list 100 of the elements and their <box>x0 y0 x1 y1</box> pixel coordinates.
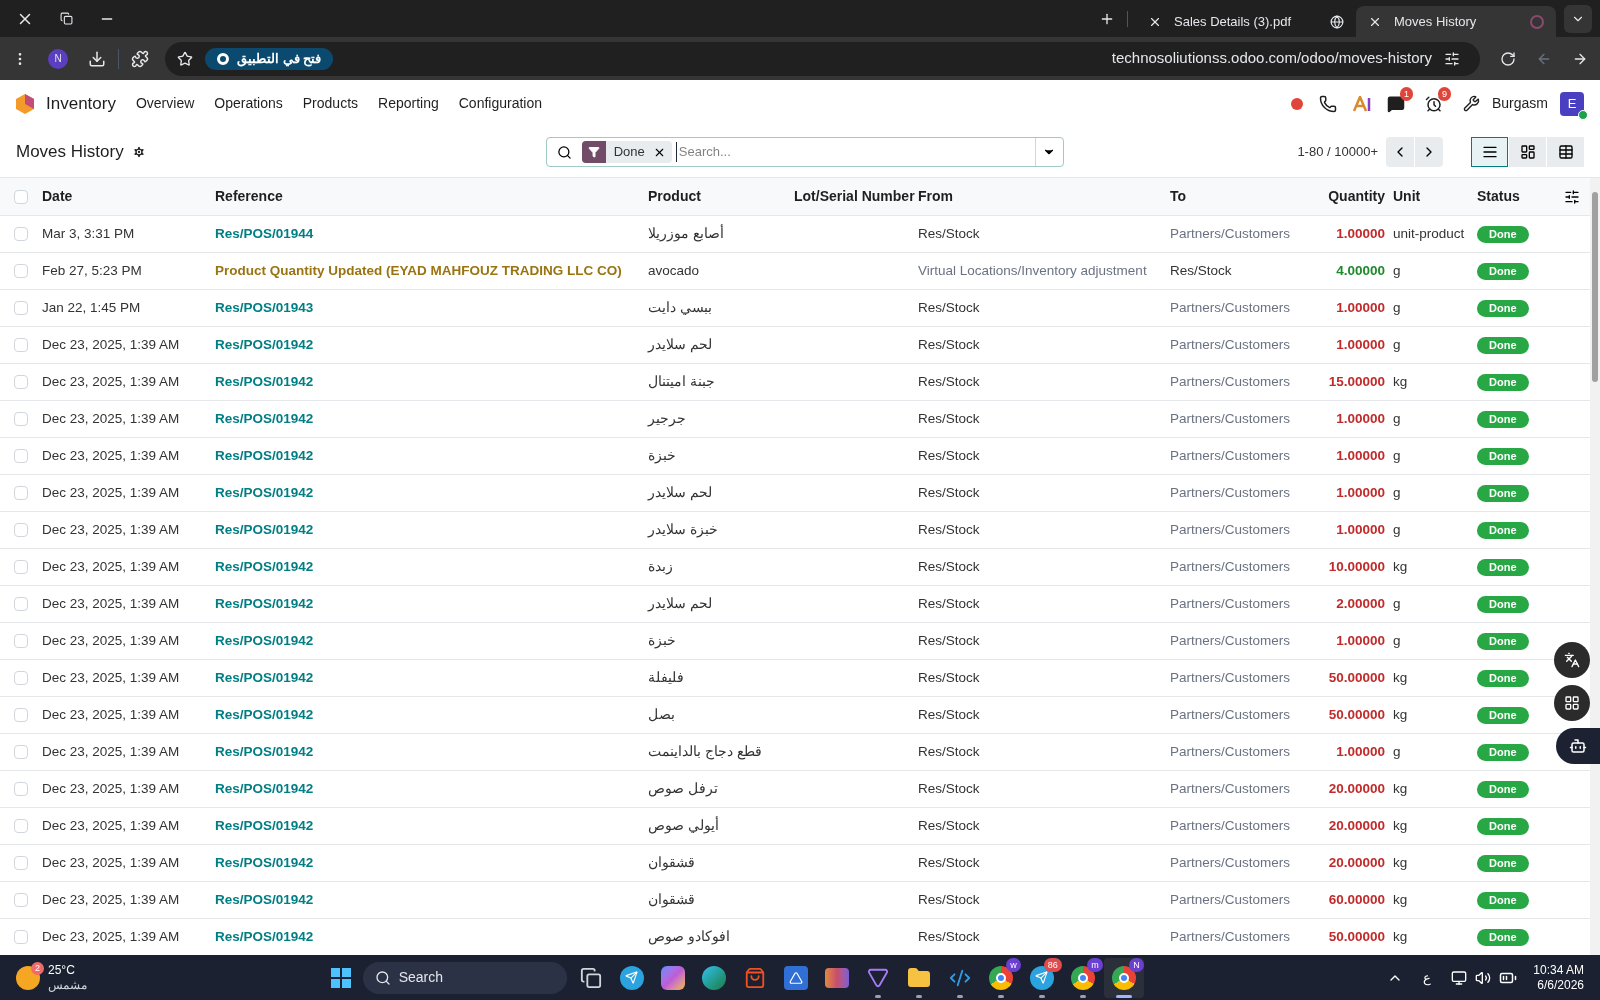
menu-item[interactable]: Configuration <box>458 93 542 114</box>
reference-link[interactable]: Res/POS/01944 <box>215 223 648 245</box>
taskbar-app[interactable]: w <box>980 957 1021 998</box>
reference-link[interactable]: Res/POS/01943 <box>215 297 648 319</box>
view-switch-button[interactable] <box>1509 137 1546 167</box>
pager-text[interactable]: 1-80 / 10000+ <box>1297 142 1378 162</box>
tab-list-button[interactable] <box>1564 4 1592 33</box>
translate-button[interactable] <box>1554 642 1590 678</box>
taskbar-app[interactable]: m <box>1062 957 1103 998</box>
reference-link[interactable]: Res/POS/01942 <box>215 482 648 504</box>
reference-link[interactable]: Res/POS/01942 <box>215 741 648 763</box>
row-checkbox[interactable] <box>14 671 28 685</box>
clock-time[interactable]: 10:34 AM <box>1533 962 1584 978</box>
activities-icon[interactable] <box>1424 94 1443 113</box>
row-checkbox[interactable] <box>14 301 28 315</box>
phone-icon[interactable] <box>1318 94 1337 113</box>
reference-link[interactable]: Res/POS/01942 <box>215 704 648 726</box>
column-header[interactable]: To <box>1170 186 1300 207</box>
search-bar[interactable]: Done Search... <box>545 137 1064 167</box>
row-checkbox[interactable] <box>14 560 28 574</box>
reference-link[interactable]: Res/POS/01942 <box>215 889 648 911</box>
row-checkbox[interactable] <box>14 412 28 426</box>
row-checkbox[interactable] <box>14 449 28 463</box>
ai-icon[interactable] <box>1352 95 1371 112</box>
network-icon[interactable] <box>1451 969 1468 986</box>
column-header[interactable]: Quantity <box>1300 186 1385 207</box>
reference-link[interactable]: Res/POS/01942 <box>215 519 648 541</box>
settings-icon[interactable] <box>131 145 146 159</box>
select-all-checkbox[interactable] <box>14 189 28 204</box>
column-header[interactable]: From <box>918 186 1170 207</box>
search-field[interactable]: Search... <box>675 142 1035 162</box>
reference-link[interactable]: Res/POS/01942 <box>215 630 648 652</box>
row-checkbox[interactable] <box>14 227 28 241</box>
filter-facet[interactable]: Done <box>581 141 672 163</box>
browser-tab[interactable]: Moves History <box>1356 6 1556 37</box>
reference-link[interactable]: Res/POS/01942 <box>215 593 648 615</box>
app-name[interactable]: Inventory <box>46 90 116 117</box>
row-checkbox[interactable] <box>14 782 28 796</box>
browser-tab[interactable]: Sales Details (3).pdf <box>1136 6 1356 37</box>
next-button[interactable] <box>1415 137 1443 167</box>
bookmark-star-icon[interactable] <box>177 50 193 67</box>
reference-link[interactable]: Res/POS/01942 <box>215 815 648 837</box>
menu-item[interactable]: Overview <box>135 93 195 114</box>
taskbar-app[interactable]: 86 <box>1021 957 1062 998</box>
clock-date[interactable]: 6/6/2026 <box>1537 977 1584 993</box>
reference-link[interactable]: Res/POS/01942 <box>215 371 648 393</box>
tools-icon[interactable] <box>1462 95 1480 112</box>
reference-link[interactable]: Res/POS/01942 <box>215 926 648 948</box>
row-checkbox[interactable] <box>14 523 28 537</box>
row-checkbox[interactable] <box>14 819 28 833</box>
reference-link[interactable]: Product Quantity Updated (EYAD MAHFOUZ TRADING LLC CO) <box>215 260 648 282</box>
site-settings-icon[interactable] <box>1444 50 1460 67</box>
assistant-button[interactable] <box>1556 728 1600 764</box>
reference-link[interactable]: Res/POS/01942 <box>215 556 648 578</box>
restore-icon[interactable] <box>60 12 73 25</box>
profile-avatar[interactable]: N <box>48 48 68 69</box>
reference-link[interactable]: Res/POS/01942 <box>215 408 648 430</box>
optional-columns-icon[interactable] <box>1564 189 1580 205</box>
start-icon[interactable] <box>330 967 351 988</box>
row-checkbox[interactable] <box>14 486 28 500</box>
column-header[interactable]: Product <box>648 186 794 207</box>
open-in-app-button[interactable]: فتح في التطبيق <box>205 47 334 70</box>
menu-item[interactable]: Products <box>302 93 359 114</box>
menu-item[interactable]: Reporting <box>378 93 439 114</box>
messages-icon[interactable] <box>1386 94 1405 113</box>
download-icon[interactable] <box>88 49 106 68</box>
reload-icon[interactable] <box>1500 50 1516 67</box>
reference-link[interactable]: Res/POS/01942 <box>215 445 648 467</box>
row-checkbox[interactable] <box>14 930 28 944</box>
row-checkbox[interactable] <box>14 893 28 907</box>
row-checkbox[interactable] <box>14 745 28 759</box>
taskbar-app[interactable]: N <box>1103 957 1144 998</box>
input-language[interactable]: ع <box>1423 967 1432 988</box>
column-header[interactable]: Date <box>42 186 215 207</box>
view-switch-button[interactable] <box>1471 137 1508 167</box>
scrollbar[interactable] <box>1590 178 1600 955</box>
row-checkbox[interactable] <box>14 264 28 278</box>
reference-link[interactable]: Res/POS/01942 <box>215 667 648 689</box>
reference-link[interactable]: Res/POS/01942 <box>215 778 648 800</box>
volume-icon[interactable] <box>1475 969 1492 986</box>
reference-link[interactable]: Res/POS/01942 <box>215 852 648 874</box>
column-header[interactable]: Reference <box>215 186 648 207</box>
row-checkbox[interactable] <box>14 708 28 722</box>
url-text[interactable]: technosoliutionss.odoo.com/odoo/moves-history <box>1111 47 1432 70</box>
column-header[interactable]: Status <box>1477 186 1590 207</box>
company-name[interactable]: Burgasm <box>1491 93 1548 114</box>
reference-link[interactable]: Res/POS/01942 <box>215 334 648 356</box>
apps-button[interactable] <box>1554 685 1590 721</box>
row-checkbox[interactable] <box>14 338 28 352</box>
column-header[interactable]: Lot/Serial Number <box>794 186 918 207</box>
extensions-icon[interactable] <box>131 49 149 68</box>
menu-item[interactable]: Operations <box>214 93 283 114</box>
row-checkbox[interactable] <box>14 597 28 611</box>
row-checkbox[interactable] <box>14 634 28 648</box>
previous-button[interactable] <box>1386 137 1414 167</box>
view-switch-button[interactable] <box>1547 137 1584 167</box>
column-header[interactable]: Unit <box>1385 186 1477 207</box>
row-checkbox[interactable] <box>14 856 28 870</box>
taskbar-search[interactable]: Search <box>362 961 567 994</box>
row-checkbox[interactable] <box>14 375 28 389</box>
